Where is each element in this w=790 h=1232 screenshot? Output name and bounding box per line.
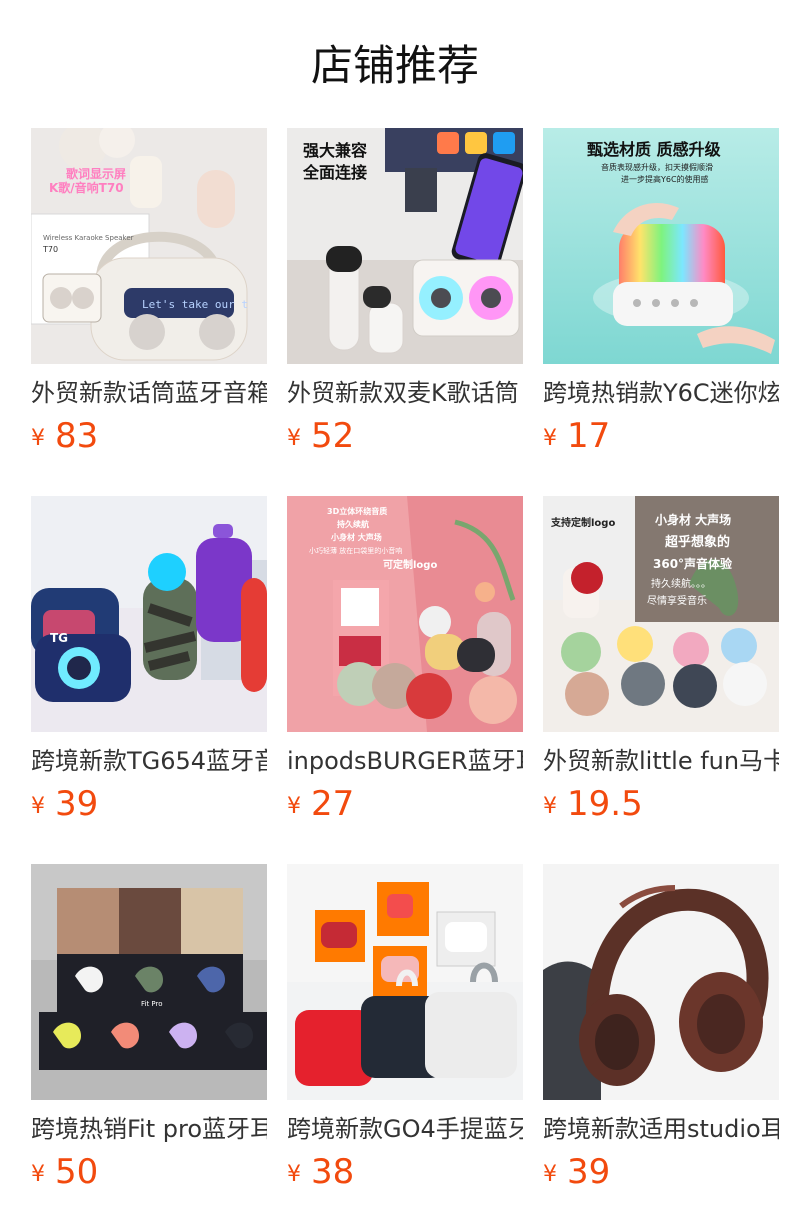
image-text-feature-two: 进一步提高Y6C的使用感 [621, 174, 709, 184]
product-price: ¥17 [543, 416, 610, 456]
product-card[interactable]: 强大兼容 全面连接 外贸新款双麦K歌话筒 ¥52 [287, 128, 523, 456]
rainbow-speaker-image: 甄选材质 质感升级 音质表现感升级，扣天摸假顺滑 进一步提高Y6C的使用感 [543, 128, 779, 364]
price-amount: 17 [567, 416, 611, 456]
currency-symbol: ¥ [31, 1162, 45, 1187]
price-amount: 27 [311, 784, 355, 824]
macaron-speakers-image: 支持定制logo 小身材 大声场 超乎想象的 360°声音体验 持久续航。。。 … [543, 496, 779, 732]
currency-symbol: ¥ [287, 1162, 301, 1187]
image-text-brand: TG [50, 631, 68, 645]
currency-symbol: ¥ [287, 426, 301, 451]
price-amount: 39 [55, 784, 99, 824]
product-name[interactable]: 跨境新款适用studio耳机 [543, 1112, 779, 1146]
product-card[interactable]: 跨境新款适用studio耳机 ¥39 [543, 864, 779, 1192]
image-text-custom-logo: 支持定制logo [550, 516, 615, 529]
image-text-box-model: T70 [42, 245, 58, 254]
product-image[interactable]: 歌词显示屏 K歌/音响T70 Wireless Karaoke Speaker … [31, 128, 267, 364]
product-card[interactable]: Fit Pro 跨境热销Fit pro蓝牙耳机 ¥50 [31, 864, 267, 1192]
image-text-model: K歌/音响T70 [49, 180, 124, 195]
image-text-pocket: 小巧轻薄 放在口袋里的小音响 [309, 546, 402, 555]
price-amount: 19.5 [567, 784, 643, 824]
product-card[interactable]: 跨境新款GO4手提蓝牙音箱 ¥38 [287, 864, 523, 1192]
price-amount: 50 [55, 1152, 99, 1192]
product-image[interactable]: 支持定制logo 小身材 大声场 超乎想象的 360°声音体验 持久续航。。。 … [543, 496, 779, 732]
dual-mic-karaoke-image: 强大兼容 全面连接 [287, 128, 523, 364]
image-text-3d-sound: 3D立体环绕音质 [327, 506, 387, 516]
product-price: ¥39 [31, 784, 98, 824]
go4-speaker-image [287, 864, 523, 1100]
product-name[interactable]: 外贸新款话筒蓝牙音箱 [31, 376, 267, 410]
price-amount: 52 [311, 416, 355, 456]
product-image[interactable]: Fit Pro [31, 864, 267, 1100]
price-amount: 38 [311, 1152, 355, 1192]
tg654-speakers-image: TG [31, 496, 267, 732]
currency-symbol: ¥ [543, 1162, 557, 1187]
product-price: ¥83 [31, 416, 98, 456]
image-text-small-size: 小身材 大声场 [655, 512, 731, 527]
product-name[interactable]: 跨境热销Fit pro蓝牙耳机 [31, 1112, 267, 1146]
product-price: ¥38 [287, 1152, 354, 1192]
product-image[interactable] [287, 864, 523, 1100]
image-text-battery: 持久续航。。。 [651, 577, 711, 590]
image-text-connection: 全面连接 [302, 163, 367, 182]
product-grid: 歌词显示屏 K歌/音响T70 Wireless Karaoke Speaker … [31, 128, 779, 1192]
product-name[interactable]: inpodsBURGER蓝牙耳机 [287, 744, 523, 778]
currency-symbol: ¥ [543, 426, 557, 451]
store-recommendation-page: 店铺推荐 歌词显示屏 K歌/音响T70 Wireless Karaoke Spe… [0, 0, 790, 1232]
product-price: ¥50 [31, 1152, 98, 1192]
price-amount: 39 [567, 1152, 611, 1192]
product-price: ¥52 [287, 416, 354, 456]
image-text-compatibility: 强大兼容 [303, 141, 367, 160]
currency-symbol: ¥ [31, 426, 45, 451]
price-amount: 83 [55, 416, 99, 456]
fit-pro-earbuds-image: Fit Pro [31, 864, 267, 1100]
image-text-quality: 甄选材质 质感升级 [587, 140, 722, 159]
product-image[interactable]: TG [31, 496, 267, 732]
image-text-custom-logo: 可定制logo [383, 558, 437, 571]
image-text-box-title: Wireless Karaoke Speaker [43, 234, 134, 242]
image-text-small-size: 小身材 大声场 [330, 532, 382, 542]
burger-speaker-image: 3D立体环绕音质 持久续航 小身材 大声场 小巧轻薄 放在口袋里的小音响 可定制… [287, 496, 523, 732]
image-text-feature-one: 音质表现感升级，扣天摸假顺滑 [601, 162, 713, 172]
image-text-display: Let's take our t [142, 298, 248, 311]
product-price: ¥39 [543, 1152, 610, 1192]
product-image[interactable]: 甄选材质 质感升级 音质表现感升级，扣天摸假顺滑 进一步提高Y6C的使用感 [543, 128, 779, 364]
product-card[interactable]: 支持定制logo 小身材 大声场 超乎想象的 360°声音体验 持久续航。。。 … [543, 496, 779, 824]
product-image[interactable]: 3D立体环绕音质 持久续航 小身材 大声场 小巧轻薄 放在口袋里的小音响 可定制… [287, 496, 523, 732]
product-name[interactable]: 跨境新款GO4手提蓝牙音箱 [287, 1112, 523, 1146]
image-text-lyric-screen: 歌词显示屏 [66, 166, 126, 181]
image-text-beyond: 超乎想象的 [665, 534, 730, 550]
image-text-fit-pro: Fit Pro [141, 1000, 163, 1008]
product-price: ¥19.5 [543, 784, 643, 824]
product-card[interactable]: 3D立体环绕音质 持久续航 小身材 大声场 小巧轻薄 放在口袋里的小音响 可定制… [287, 496, 523, 824]
product-card[interactable]: TG 跨境新款TG654蓝牙音箱 ¥39 [31, 496, 267, 824]
product-name[interactable]: 外贸新款little fun马卡龙 [543, 744, 779, 778]
currency-symbol: ¥ [287, 794, 301, 819]
image-text-enjoy: 尽情享受音乐 [647, 594, 707, 607]
product-image[interactable] [543, 864, 779, 1100]
section-title: 店铺推荐 [310, 41, 479, 90]
product-price: ¥27 [287, 784, 354, 824]
product-name[interactable]: 跨境新款TG654蓝牙音箱 [31, 744, 267, 778]
currency-symbol: ¥ [31, 794, 45, 819]
product-image[interactable]: 强大兼容 全面连接 [287, 128, 523, 364]
product-card[interactable]: 歌词显示屏 K歌/音响T70 Wireless Karaoke Speaker … [31, 128, 267, 456]
currency-symbol: ¥ [543, 794, 557, 819]
image-text-battery: 持久续航 [337, 519, 369, 529]
image-text-360: 360°声音体验 [653, 556, 733, 571]
product-card[interactable]: 甄选材质 质感升级 音质表现感升级，扣天摸假顺滑 进一步提高Y6C的使用感 跨境… [543, 128, 779, 456]
product-name[interactable]: 跨境热销款Y6C迷你炫彩 [543, 376, 779, 410]
product-name[interactable]: 外贸新款双麦K歌话筒 [287, 376, 523, 410]
karaoke-speaker-image: 歌词显示屏 K歌/音响T70 Wireless Karaoke Speaker … [31, 128, 267, 364]
studio-headphones-image [543, 864, 779, 1100]
